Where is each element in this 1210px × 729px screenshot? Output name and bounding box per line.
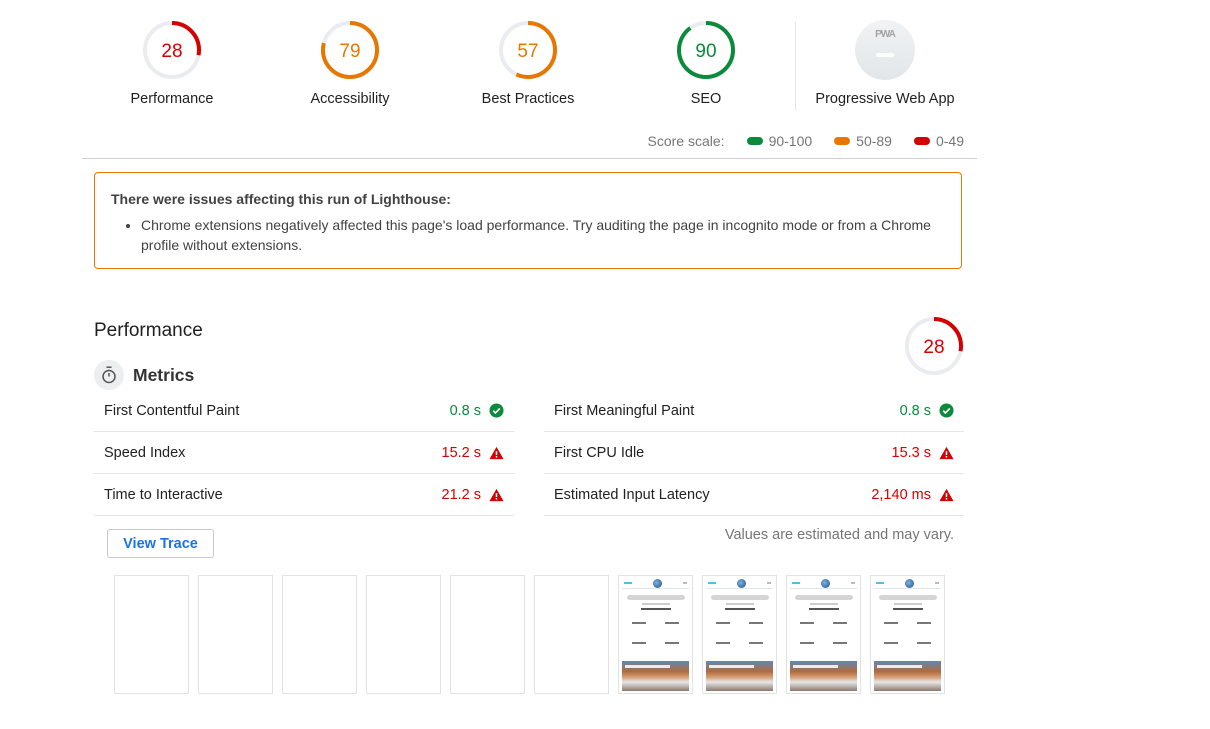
fail-warning-icon [489, 446, 504, 460]
metric-value: 2,140 ms [871, 486, 931, 503]
metric-label: First Meaningful Paint [554, 402, 695, 419]
gauge-performance[interactable]: 28 Performance [83, 20, 261, 107]
metric-row: Estimated Input Latency 2,140 ms [544, 474, 964, 516]
score-scale: Score scale: 90-100 50-89 0-49 [648, 133, 964, 149]
warning-list: Chrome extensions negatively affected th… [111, 215, 945, 255]
pass-dot-icon [746, 137, 763, 145]
score-gauge-performance: 28 [143, 21, 201, 79]
filmstrip [114, 575, 954, 694]
page-screenshot-thumbnail [622, 578, 689, 691]
metric-row: First CPU Idle 15.3 s [544, 432, 964, 474]
filmstrip-frame [114, 575, 189, 694]
score-gauge-performance-section: 28 [905, 317, 963, 375]
stopwatch-icon [94, 360, 124, 390]
score-gauge-best-practices: 57 [499, 21, 557, 79]
pass-check-icon [489, 403, 504, 418]
filmstrip-frame [198, 575, 273, 694]
score-value: 90 [695, 41, 716, 62]
score-gauge-accessibility: 79 [321, 21, 379, 79]
gauge-label: Progressive Web App [815, 91, 955, 107]
metric-value: 0.8 s [899, 402, 931, 419]
metric-value: 0.8 s [449, 402, 481, 419]
metrics-disclaimer: Values are estimated and may vary. [724, 527, 954, 543]
gauge-label: Performance [130, 91, 214, 107]
score-scale-label: Score scale: [647, 133, 725, 149]
page-screenshot-thumbnail [706, 578, 773, 691]
filmstrip-frame [870, 575, 945, 694]
warning-title: There were issues affecting this run of … [111, 191, 451, 207]
scale-range-label: 50-89 [856, 133, 892, 149]
page-screenshot-thumbnail [790, 578, 857, 691]
filmstrip-frame [366, 575, 441, 694]
metric-row: Time to Interactive 21.2 s [94, 474, 514, 516]
brand-logo-icon [737, 578, 746, 588]
metric-value: 21.2 s [441, 486, 482, 503]
category-scores: 28 Performance 79 Accessibility 57 Best … [82, 0, 977, 159]
gauge-accessibility[interactable]: 79 Accessibility [261, 20, 439, 107]
filmstrip-frame [786, 575, 861, 694]
brand-logo-icon [653, 578, 662, 588]
scale-range-label: 90-100 [768, 133, 813, 149]
metric-label: First Contentful Paint [104, 402, 240, 419]
filmstrip-frame [702, 575, 777, 694]
metric-value: 15.2 s [441, 444, 482, 461]
filmstrip-frame [450, 575, 525, 694]
fail-warning-icon [939, 446, 954, 460]
pass-check-icon [939, 403, 954, 418]
score-scale-pass: 90-100 [746, 133, 813, 149]
metric-row: Speed Index 15.2 s [94, 432, 514, 474]
performance-score-gauge: 28 [904, 316, 964, 381]
pwa-badge-text: PWA [875, 29, 896, 40]
brand-logo-icon [821, 578, 830, 588]
metric-value: 15.3 s [891, 444, 932, 461]
filmstrip-frame [282, 575, 357, 694]
average-dot-icon [834, 137, 851, 145]
metrics-column-left: First Contentful Paint 0.8 s Speed Index… [94, 390, 514, 516]
gauge-label: Best Practices [481, 91, 575, 107]
score-value: 57 [517, 41, 538, 62]
gauge-pwa[interactable]: PWA Progressive Web App [796, 20, 974, 107]
gauge-label: SEO [690, 91, 722, 107]
fail-dot-icon [913, 137, 930, 145]
pwa-dash-icon [876, 53, 894, 57]
performance-section-title: Performance [94, 320, 203, 341]
brand-logo-icon [905, 578, 914, 588]
fail-warning-icon [489, 488, 504, 502]
pwa-badge-icon: PWA [855, 20, 915, 80]
filmstrip-frame [618, 575, 693, 694]
score-scale-fail: 0-49 [913, 133, 964, 149]
metrics-column-right: First Meaningful Paint 0.8 s First CPU I… [544, 390, 964, 516]
score-value: 79 [339, 41, 360, 62]
run-warnings: There were issues affecting this run of … [94, 172, 962, 269]
metrics-title: Metrics [133, 364, 195, 385]
metric-row: First Contentful Paint 0.8 s [94, 390, 514, 432]
metric-label: Time to Interactive [104, 486, 223, 503]
metrics-header: Metrics [94, 360, 194, 390]
gauge-label: Accessibility [310, 91, 390, 107]
fail-warning-icon [939, 488, 954, 502]
metric-label: Speed Index [104, 444, 186, 461]
scale-range-label: 0-49 [935, 133, 964, 149]
page-screenshot-thumbnail [874, 578, 941, 691]
metric-row: First Meaningful Paint 0.8 s [544, 390, 964, 432]
gauge-best-practices[interactable]: 57 Best Practices [439, 20, 617, 107]
score-scale-average: 50-89 [834, 133, 892, 149]
view-trace-button[interactable]: View Trace [107, 529, 214, 558]
score-value: 28 [923, 337, 944, 358]
metric-label: Estimated Input Latency [554, 486, 710, 503]
metric-label: First CPU Idle [554, 444, 645, 461]
score-gauge-seo: 90 [677, 21, 735, 79]
warning-item: Chrome extensions negatively affected th… [141, 215, 945, 255]
gauge-seo[interactable]: 90 SEO [617, 20, 795, 107]
filmstrip-frame [534, 575, 609, 694]
score-value: 28 [161, 41, 182, 62]
